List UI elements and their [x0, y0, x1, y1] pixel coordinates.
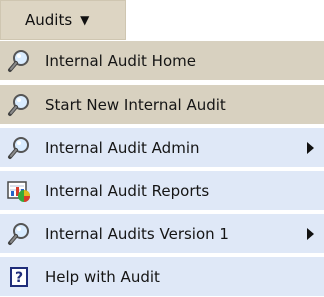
svg-text:?: ? [15, 270, 23, 286]
help-icon: ? [4, 262, 34, 292]
menu-item-start-new-internal-audit[interactable]: Start New Internal Audit [0, 85, 324, 125]
menu-item-label: Start New Internal Audit [45, 95, 226, 114]
menu-item-help-with-audit[interactable]: ? Help with Audit [0, 257, 324, 297]
key-search-icon [4, 46, 34, 76]
menu-item-label: Help with Audit [45, 267, 160, 286]
key-search-icon [4, 219, 34, 249]
audits-dropdown-menu: Internal Audit Home Start New Internal A… [0, 40, 324, 297]
key-search-icon [4, 90, 34, 120]
key-search-icon [4, 133, 34, 163]
menu-item-label: Internal Audit Admin [45, 138, 200, 157]
menu-item-label: Internal Audits Version 1 [45, 224, 229, 243]
dropdown-arrow-icon: ▼ [80, 13, 90, 27]
menu-item-internal-audit-home[interactable]: Internal Audit Home [0, 41, 324, 81]
report-chart-icon [4, 176, 34, 206]
audits-menu-label: Audits [25, 11, 73, 29]
menu-bar: Audits ▼ [0, 0, 324, 40]
menu-item-internal-audit-admin[interactable]: Internal Audit Admin [0, 128, 324, 168]
submenu-arrow-icon [307, 141, 314, 154]
menu-item-internal-audits-version-1[interactable]: Internal Audits Version 1 [0, 214, 324, 254]
submenu-arrow-icon [307, 227, 314, 240]
menu-item-internal-audit-reports[interactable]: Internal Audit Reports [0, 171, 324, 211]
menu-item-label: Internal Audit Home [45, 51, 196, 70]
audits-menu-button[interactable]: Audits ▼ [0, 0, 126, 40]
menu-item-label: Internal Audit Reports [45, 181, 210, 200]
